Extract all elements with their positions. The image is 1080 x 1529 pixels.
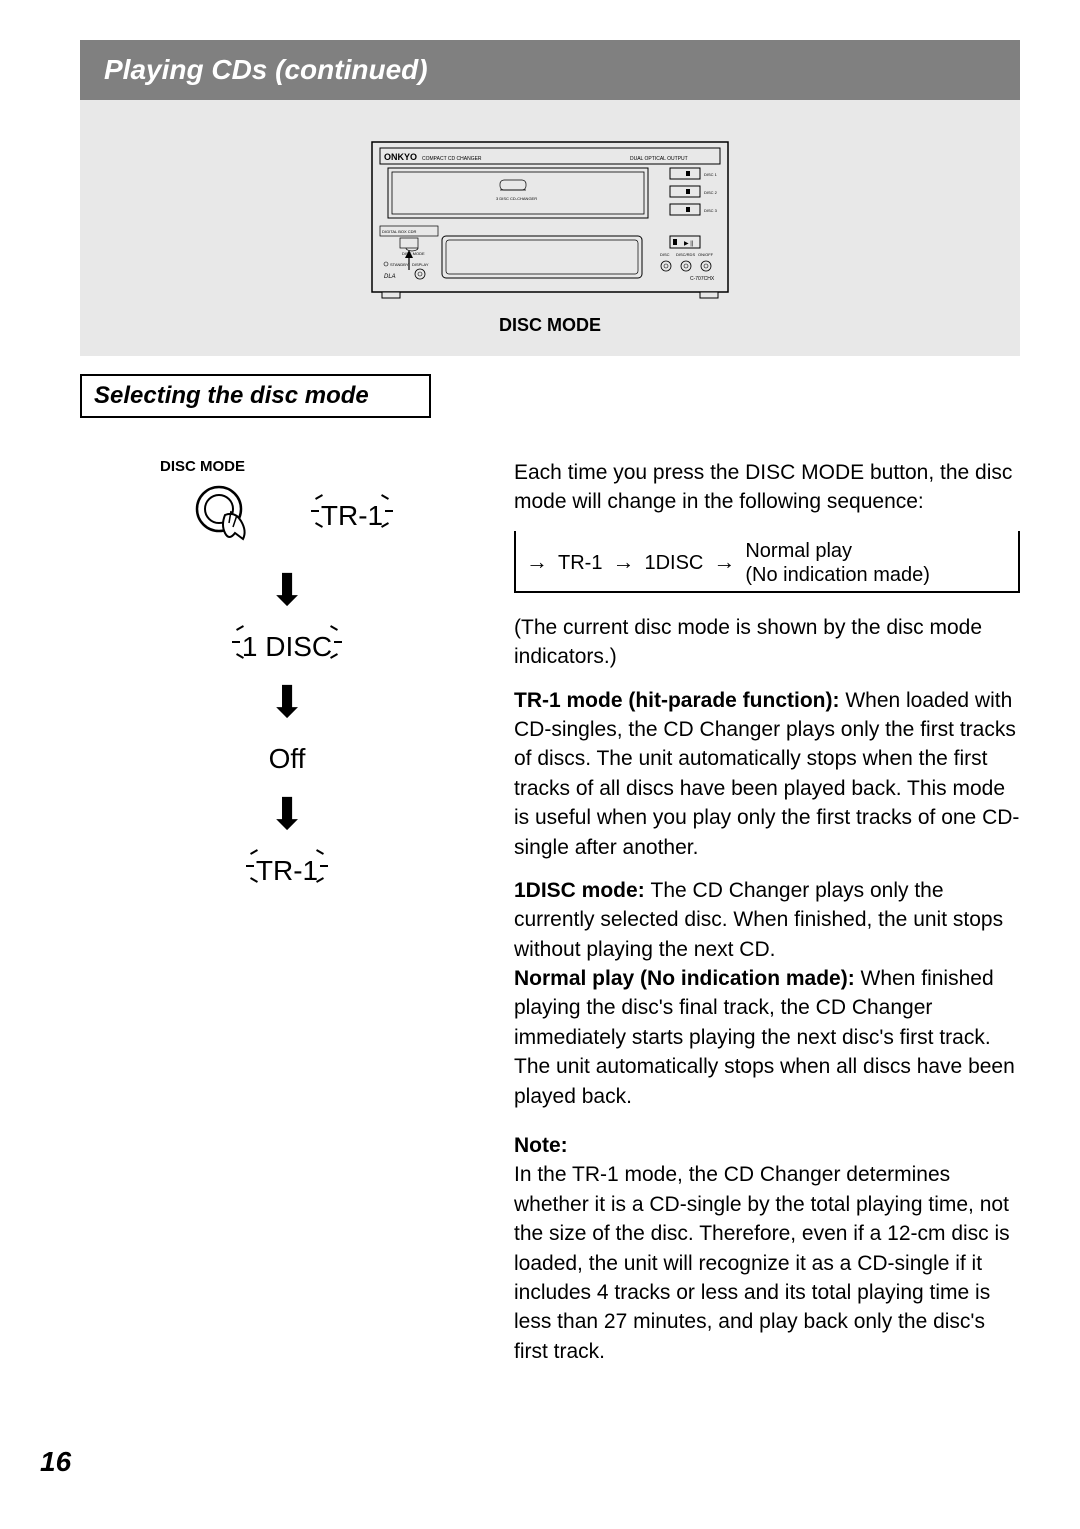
flow-normal: Normal play (No indication made) xyxy=(745,539,930,587)
indicator-off: Off xyxy=(263,743,312,775)
disc-mode-small-label: DISC MODE xyxy=(160,458,494,475)
svg-text:DUAL OPTICAL OUTPUT: DUAL OPTICAL OUTPUT xyxy=(630,156,688,162)
page-header: Playing CDs (continued) xyxy=(80,40,1020,100)
svg-text:ONKYO: ONKYO xyxy=(384,152,417,162)
tr1-mode-label: TR-1 mode (hit-parade function): xyxy=(514,689,845,712)
normal-mode-label: Normal play (No indication made): xyxy=(514,967,861,990)
normal-mode-paragraph: Normal play (No indication made): When f… xyxy=(514,964,1020,1111)
svg-text:ON/OFF: ON/OFF xyxy=(698,252,714,257)
cd-changer-illustration: ONKYO COMPACT CD CHANGER DUAL OPTICAL OU… xyxy=(370,140,730,300)
svg-text:C-707CHX: C-707CHX xyxy=(690,276,715,282)
indicator-tr1-repeat: TR-1 xyxy=(256,855,318,887)
section-heading: Selecting the disc mode xyxy=(94,382,369,410)
svg-text:DISC MODE: DISC MODE xyxy=(402,251,425,256)
flow-diagram: → TR-1 → 1DISC → Normal play (No indicat… xyxy=(514,531,1020,593)
device-label: DISC MODE xyxy=(370,315,730,336)
onedisc-mode-label: 1DISC mode: xyxy=(514,879,651,902)
svg-text:DISPLAY: DISPLAY xyxy=(412,262,429,267)
note-body: In the TR-1 mode, the CD Changer determi… xyxy=(514,1160,1020,1366)
svg-text:DISC 1: DISC 1 xyxy=(704,172,718,177)
sequence-diagram: DISC MODE TR-1 xyxy=(80,458,494,1366)
svg-text:STANDBY: STANDBY xyxy=(390,262,409,267)
description-column: Each time you press the DISC MODE button… xyxy=(514,458,1020,1366)
right-arrow-icon: → xyxy=(713,547,735,578)
svg-text:▶ ||: ▶ || xyxy=(684,241,694,247)
right-arrow-icon: → xyxy=(612,547,634,578)
note-heading: Note: xyxy=(514,1131,1020,1160)
down-arrow-icon: ⬇ xyxy=(80,569,494,613)
down-arrow-icon: ⬇ xyxy=(80,681,494,725)
tr1-mode-paragraph: TR-1 mode (hit-parade function): When lo… xyxy=(514,686,1020,862)
page-title: Playing CDs (continued) xyxy=(104,54,996,86)
indicator-1disc: 1 DISC xyxy=(242,631,332,663)
indicator-tr1: TR-1 xyxy=(321,500,383,532)
onedisc-mode-paragraph: 1DISC mode: The CD Changer plays only th… xyxy=(514,876,1020,964)
down-arrow-icon: ⬇ xyxy=(80,793,494,837)
svg-text:DIGITAL BOX CDR: DIGITAL BOX CDR xyxy=(382,229,417,234)
svg-text:3 DISC CD-CHANGER: 3 DISC CD-CHANGER xyxy=(496,196,537,201)
svg-text:COMPACT CD CHANGER: COMPACT CD CHANGER xyxy=(422,156,482,162)
svg-text:DISC 2: DISC 2 xyxy=(704,190,718,195)
section-heading-box: Selecting the disc mode xyxy=(80,374,431,418)
press-button-icon xyxy=(191,481,261,551)
right-arrow-icon: → xyxy=(526,547,548,578)
svg-text:DLA: DLA xyxy=(384,274,396,280)
svg-text:DISC: DISC xyxy=(660,252,670,257)
paren-note: (The current disc mode is shown by the d… xyxy=(514,613,1020,672)
device-illustration-section: ONKYO COMPACT CD CHANGER DUAL OPTICAL OU… xyxy=(80,100,1020,356)
svg-text:DISC 3: DISC 3 xyxy=(704,208,718,213)
svg-text:DISC/RDS: DISC/RDS xyxy=(676,252,695,257)
flow-1disc: 1DISC xyxy=(644,549,703,577)
intro-paragraph: Each time you press the DISC MODE button… xyxy=(514,458,1020,517)
flow-tr1: TR-1 xyxy=(558,549,602,577)
page-number: 16 xyxy=(40,1446,1020,1478)
